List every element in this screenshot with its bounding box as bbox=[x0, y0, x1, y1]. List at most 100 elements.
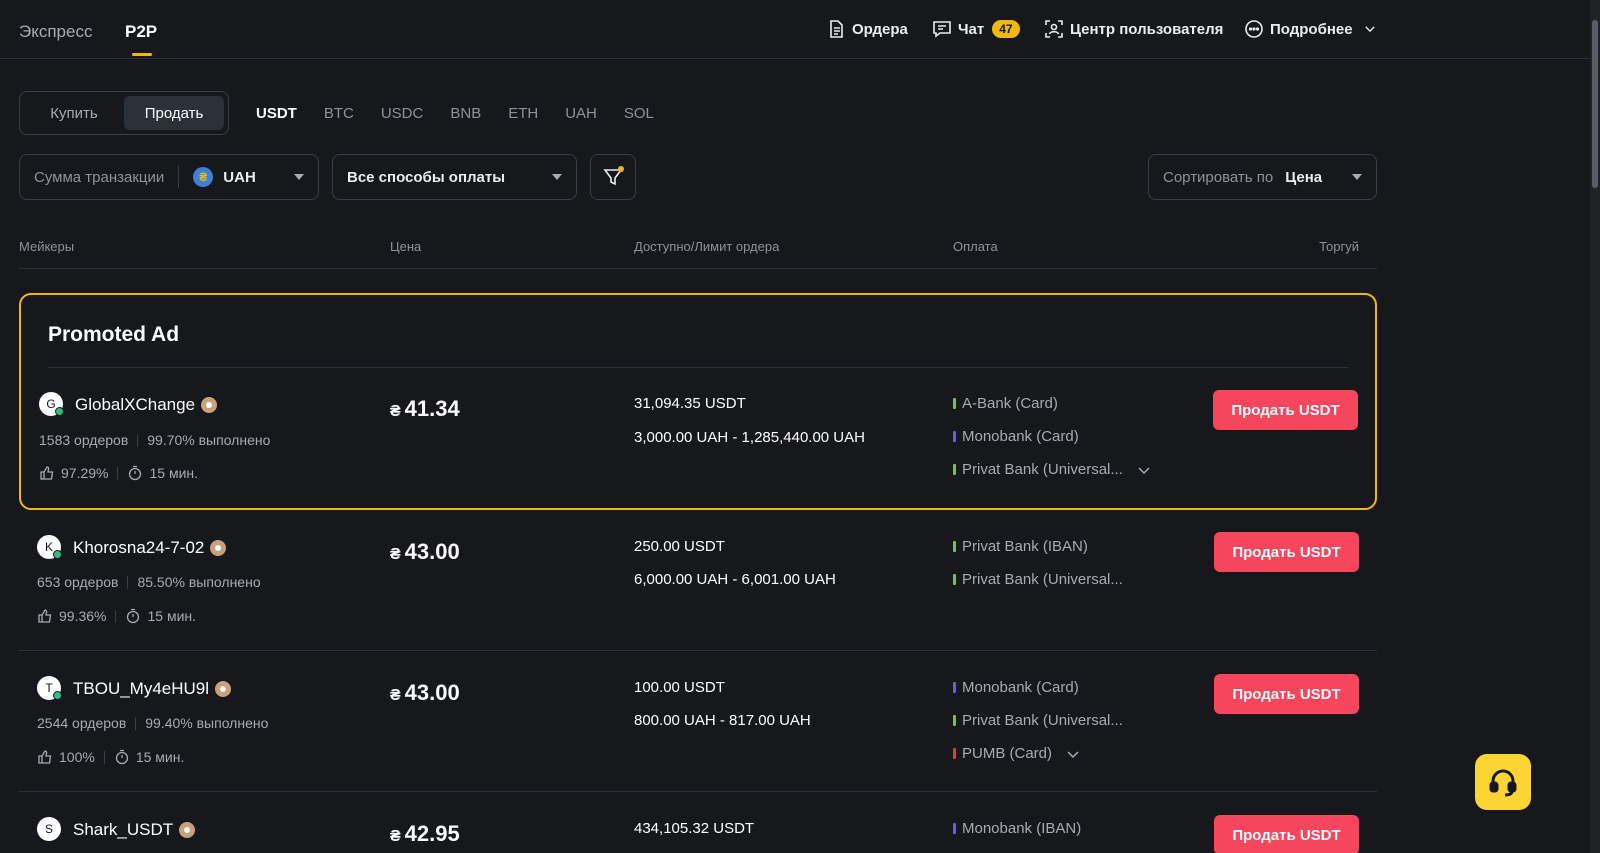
order-limit: 6,000.00 UAH - 6,001.00 UAH bbox=[634, 571, 836, 588]
sort-value: Цена bbox=[1285, 168, 1323, 186]
currency-symbol: ₴ bbox=[390, 828, 401, 845]
merchant-name-text: GlobalXChange bbox=[75, 395, 196, 414]
orders-count: 653 ордеров bbox=[37, 574, 119, 590]
currency-symbol: ₴ bbox=[390, 546, 401, 563]
completion-rate: 99.70% выполнено bbox=[147, 432, 271, 448]
header-price: Цена bbox=[390, 239, 422, 254]
scrollbar-thumb[interactable] bbox=[1592, 20, 1598, 188]
online-status-dot bbox=[53, 550, 62, 559]
price-value: ₴ 42.95 bbox=[390, 821, 460, 847]
payment-method: Monobank (Card) bbox=[953, 428, 1079, 445]
currency-symbol: ₴ bbox=[390, 687, 401, 704]
amount-field[interactable]: Сумма транзакции ₴ UAH bbox=[19, 154, 319, 200]
merchant-name[interactable]: Khorosna24-7-02 bbox=[73, 538, 227, 558]
user-center-icon bbox=[1045, 20, 1063, 38]
payment-color-tag bbox=[953, 574, 956, 585]
thumbs-up-icon bbox=[38, 750, 52, 764]
payment-method: Monobank (IBAN) bbox=[953, 820, 1081, 837]
support-chat-button[interactable] bbox=[1475, 754, 1531, 810]
currency-symbol: ₴ bbox=[390, 403, 401, 420]
payment-method-select[interactable]: Все способы оплаты bbox=[332, 154, 577, 200]
timer-icon bbox=[129, 465, 142, 481]
caret-down-icon bbox=[294, 174, 304, 180]
document-icon bbox=[830, 20, 843, 38]
user-center-label: Центр пользователя bbox=[1070, 20, 1224, 38]
coin-tab-btc[interactable]: BTC bbox=[324, 105, 354, 122]
online-status-dot bbox=[53, 691, 62, 700]
merchant-stats: 653 ордеров 85.50% выполнено bbox=[37, 574, 261, 590]
timer-icon bbox=[115, 749, 128, 765]
merchant-stats: 1583 ордеров 99.70% выполнено bbox=[39, 432, 270, 448]
chat-icon bbox=[933, 21, 951, 38]
payment-time: 15 мин. bbox=[149, 465, 199, 481]
rating-value: 97.29% bbox=[61, 465, 109, 481]
available-amount: 434,105.32 USDT bbox=[634, 820, 755, 837]
coin-tab-uah[interactable]: UAH bbox=[565, 105, 597, 122]
buy-sell-toggle: Купить Продать bbox=[19, 91, 229, 135]
timer-icon bbox=[127, 608, 140, 624]
sell-usdt-button[interactable]: Продать USDT bbox=[1214, 815, 1359, 853]
table-header: Мейкеры Цена Доступно/Лимит ордера Оплат… bbox=[19, 239, 1377, 269]
top-nav: Экспресс P2P Ордера Чат 47 Центр пользов… bbox=[0, 0, 1590, 59]
payment-method-value: Все способы оплаты bbox=[347, 168, 506, 186]
filter-active-dot bbox=[618, 166, 624, 172]
more-menu[interactable]: Подробнее bbox=[1244, 17, 1377, 41]
filter-button[interactable] bbox=[590, 154, 636, 200]
header-makers: Мейкеры bbox=[19, 239, 75, 254]
avatar[interactable]: S bbox=[37, 817, 61, 841]
coin-tab-usdc[interactable]: USDC bbox=[381, 105, 424, 122]
header-payment: Оплата bbox=[953, 239, 998, 254]
tab-active-indicator bbox=[132, 53, 152, 56]
payment-name: Privat Bank (Universal... bbox=[962, 571, 1123, 588]
sort-label: Сортировать по bbox=[1163, 168, 1274, 186]
coin-tab-sol[interactable]: SOL bbox=[624, 105, 654, 122]
coin-tabs: USDT BTC USDC BNB ETH UAH SOL bbox=[256, 105, 681, 122]
coin-tab-eth[interactable]: ETH bbox=[508, 105, 538, 122]
payment-name: Privat Bank (Universal... bbox=[962, 461, 1123, 478]
sort-select[interactable]: Сортировать по Цена bbox=[1148, 154, 1377, 200]
completion-rate: 99.40% выполнено bbox=[145, 715, 269, 731]
available-amount: 250.00 USDT bbox=[634, 538, 725, 555]
payment-color-tag bbox=[953, 682, 956, 693]
merchant-stats: 2544 ордеров 99.40% выполнено bbox=[37, 715, 268, 731]
coin-tab-usdt[interactable]: USDT bbox=[256, 105, 297, 122]
sell-usdt-button[interactable]: Продать USDT bbox=[1214, 674, 1359, 714]
tab-p2p[interactable]: P2P bbox=[125, 22, 157, 42]
sell-option[interactable]: Продать bbox=[124, 96, 224, 130]
payment-method: PUMB (Card) bbox=[953, 745, 1080, 762]
chevron-down-icon[interactable] bbox=[1137, 463, 1151, 477]
sell-usdt-button[interactable]: Продать USDT bbox=[1213, 390, 1358, 430]
user-center-link[interactable]: Центр пользователя bbox=[1044, 17, 1223, 41]
chat-label: Чат bbox=[958, 20, 985, 38]
buy-option[interactable]: Купить bbox=[24, 96, 124, 130]
chevron-down-icon[interactable] bbox=[1066, 747, 1080, 761]
more-icon bbox=[1245, 20, 1263, 38]
price-value: ₴ 41.34 bbox=[390, 396, 460, 422]
rating-value: 100% bbox=[59, 749, 95, 765]
merchant-name[interactable]: TBOU_My4eHU9l bbox=[73, 679, 232, 699]
thumbs-up-icon bbox=[38, 609, 52, 623]
payment-color-tag bbox=[953, 431, 956, 442]
scrollbar[interactable] bbox=[1590, 0, 1600, 853]
headset-icon bbox=[1489, 769, 1517, 797]
chat-link[interactable]: Чат 47 bbox=[932, 17, 1020, 41]
coin-tab-bnb[interactable]: BNB bbox=[450, 105, 481, 122]
currency-value: UAH bbox=[223, 168, 256, 186]
payment-name: PUMB (Card) bbox=[962, 745, 1053, 762]
header-available: Доступно/Лимит ордера bbox=[634, 239, 780, 254]
more-label: Подробнее bbox=[1270, 20, 1353, 38]
tab-express[interactable]: Экспресс bbox=[19, 22, 92, 42]
payment-method: Privat Bank (IBAN) bbox=[953, 538, 1088, 555]
payment-color-tag bbox=[953, 748, 956, 759]
price-number: 43.00 bbox=[404, 539, 460, 564]
orders-link[interactable]: Ордера bbox=[826, 17, 908, 41]
merchant-name[interactable]: GlobalXChange bbox=[75, 395, 218, 415]
payment-name: Privat Bank (Universal... bbox=[962, 712, 1123, 729]
sell-usdt-button[interactable]: Продать USDT bbox=[1214, 532, 1359, 572]
merchant-name[interactable]: Shark_USDT bbox=[73, 820, 196, 840]
verified-merchant-icon bbox=[215, 681, 232, 697]
table-row: S Shark_USDT ₴ 42.95 434,105.32 USDT Mono… bbox=[19, 792, 1377, 853]
payment-method: Privat Bank (Universal... bbox=[953, 712, 1123, 729]
payment-method: Privat Bank (Universal... bbox=[953, 571, 1123, 588]
uah-currency-icon: ₴ bbox=[193, 167, 214, 187]
